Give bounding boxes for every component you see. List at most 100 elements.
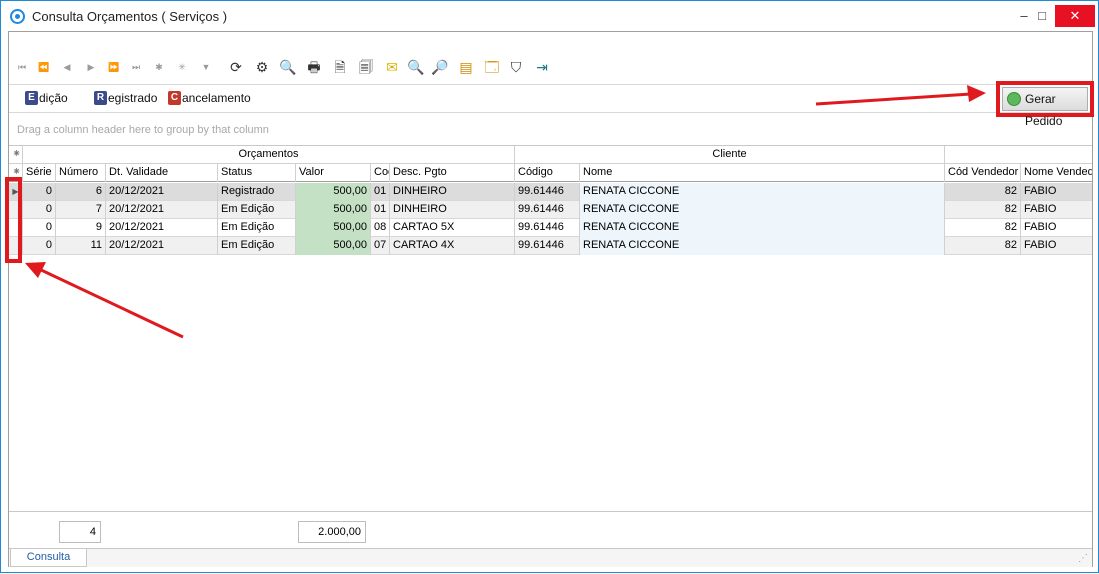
summary-footer: 4 2.000,00	[9, 511, 1092, 547]
table-row[interactable]: 0 7 20/12/2021 Em Edição 500,00 01 DINHE…	[9, 201, 1092, 219]
window-title: Consulta Orçamentos ( Serviços )	[32, 9, 228, 24]
cell-cod-vendedor[interactable]: 82	[945, 219, 1021, 237]
prev-page-icon[interactable]: ⏪	[37, 60, 51, 74]
refresh-icon[interactable]: ⟳	[227, 58, 245, 76]
col-serie[interactable]: Série	[23, 164, 56, 182]
cell-nome[interactable]: RENATA CICCONE	[580, 201, 945, 219]
cell-numero[interactable]: 9	[56, 219, 106, 237]
cell-codigo[interactable]: 99.61446	[515, 219, 580, 237]
cell-nome[interactable]: RENATA CICCONE	[580, 219, 945, 237]
band-cliente[interactable]: Cliente	[515, 146, 945, 164]
cell-nome-vendedor[interactable]: FABIO	[1021, 237, 1092, 255]
cell-validade[interactable]: 20/12/2021	[106, 183, 218, 201]
layout-icon[interactable]: ▤	[457, 58, 475, 76]
cell-cod-vendedor[interactable]: 82	[945, 183, 1021, 201]
table-row[interactable]: ▶ 0 6 20/12/2021 Registrado 500,00 01 DI…	[9, 183, 1092, 201]
option-registrado[interactable]: Registrado	[94, 91, 157, 107]
cell-cod-pgto[interactable]: 08	[371, 219, 390, 237]
copy-icon[interactable]: 🗐	[357, 58, 375, 76]
option-edicao[interactable]: Edição	[25, 91, 68, 107]
cell-desc-pgto[interactable]: CARTAO 4X	[390, 237, 515, 255]
table-row[interactable]: 0 11 20/12/2021 Em Edição 500,00 07 CART…	[9, 237, 1092, 255]
cell-serie[interactable]: 0	[23, 201, 56, 219]
col-nome-vendedor[interactable]: Nome Vendedo	[1021, 164, 1092, 182]
preview-icon[interactable]: 🔍	[279, 58, 297, 76]
cell-nome[interactable]: RENATA CICCONE	[580, 183, 945, 201]
edicao-badge-icon: E	[25, 91, 38, 105]
cell-nome[interactable]: RENATA CICCONE	[580, 237, 945, 255]
cell-valor[interactable]: 500,00	[296, 183, 371, 201]
registrado-badge-icon: R	[94, 91, 107, 105]
cell-nome-vendedor[interactable]: FABIO	[1021, 201, 1092, 219]
cell-status[interactable]: Em Edição	[218, 201, 296, 219]
band-vendedor	[945, 146, 1092, 164]
cell-status[interactable]: Em Edição	[218, 219, 296, 237]
cell-cod-pgto[interactable]: 01	[371, 201, 390, 219]
prev-record-icon[interactable]: ◀	[60, 60, 74, 74]
insert-record-icon[interactable]: ✱	[152, 60, 166, 74]
cell-desc-pgto[interactable]: CARTAO 5X	[390, 219, 515, 237]
cell-cod-vendedor[interactable]: 82	[945, 237, 1021, 255]
cell-desc-pgto[interactable]: DINHEIRO	[390, 201, 515, 219]
cell-status[interactable]: Em Edição	[218, 237, 296, 255]
cell-cod-pgto[interactable]: 07	[371, 237, 390, 255]
next-page-icon[interactable]: ⏩	[107, 60, 121, 74]
first-record-icon[interactable]: ⏮	[15, 60, 29, 74]
group-by-box[interactable]: Drag a column header here to group by th…	[9, 112, 1092, 144]
cell-numero[interactable]: 7	[56, 201, 106, 219]
cell-codigo[interactable]: 99.61446	[515, 237, 580, 255]
gerar-pedido-button[interactable]: Gerar Pedido	[1002, 87, 1088, 128]
table-row[interactable]: 0 9 20/12/2021 Em Edição 500,00 08 CARTA…	[9, 219, 1092, 237]
cell-desc-pgto[interactable]: DINHEIRO	[390, 183, 515, 201]
col-desc-pgto[interactable]: Desc. Pgto	[390, 164, 515, 182]
append-record-icon[interactable]: ✳	[175, 60, 189, 74]
col-codigo[interactable]: Código	[515, 164, 580, 182]
filter-icon[interactable]: ⛉	[507, 58, 525, 76]
filter-dropdown-icon[interactable]: ▼	[199, 60, 213, 74]
tab-consulta[interactable]: Consulta	[10, 549, 87, 567]
next-record-icon[interactable]: ▶	[84, 60, 98, 74]
maximize-button[interactable]: □	[1025, 5, 1059, 27]
cell-codigo[interactable]: 99.61446	[515, 183, 580, 201]
option-cancelamento[interactable]: Cancelamento	[168, 91, 251, 107]
cell-validade[interactable]: 20/12/2021	[106, 237, 218, 255]
col-nome[interactable]: Nome	[580, 164, 945, 182]
cell-nome-vendedor[interactable]: FABIO	[1021, 219, 1092, 237]
settings-icon[interactable]: ⚙	[253, 58, 271, 76]
cell-validade[interactable]: 20/12/2021	[106, 201, 218, 219]
col-numero[interactable]: Número	[56, 164, 106, 182]
cell-numero[interactable]: 6	[56, 183, 106, 201]
cell-numero[interactable]: 11	[56, 237, 106, 255]
cell-serie[interactable]: 0	[23, 183, 56, 201]
cell-valor[interactable]: 500,00	[296, 219, 371, 237]
cell-validade[interactable]: 20/12/2021	[106, 219, 218, 237]
cell-cod-vendedor[interactable]: 82	[945, 201, 1021, 219]
cell-cod-pgto[interactable]: 01	[371, 183, 390, 201]
email-icon[interactable]: ✉	[383, 58, 401, 76]
col-validade[interactable]: Dt. Validade	[106, 164, 218, 182]
cell-serie[interactable]: 0	[23, 237, 56, 255]
cell-valor[interactable]: 500,00	[296, 201, 371, 219]
last-record-icon[interactable]: ⏭	[129, 60, 143, 74]
print-icon[interactable]: 🖶	[305, 58, 323, 76]
col-cod-pgto[interactable]: Coc	[371, 164, 390, 182]
export-icon[interactable]: 🗎	[331, 58, 349, 76]
cell-serie[interactable]: 0	[23, 219, 56, 237]
zoom-out-icon[interactable]: 🔎	[431, 58, 449, 76]
gerar-pedido-label: Gerar Pedido	[1025, 92, 1063, 128]
col-status[interactable]: Status	[218, 164, 296, 182]
window-icon[interactable]: 🗔	[483, 58, 501, 76]
col-valor[interactable]: Valor	[296, 164, 371, 182]
cell-codigo[interactable]: 99.61446	[515, 201, 580, 219]
col-cod-vendedor[interactable]: Cód Vendedor	[945, 164, 1021, 182]
cell-status[interactable]: Registrado	[218, 183, 296, 201]
band-orcamentos[interactable]: Orçamentos	[23, 146, 515, 164]
zoom-in-icon[interactable]: 🔍	[407, 58, 425, 76]
cell-nome-vendedor[interactable]: FABIO	[1021, 183, 1092, 201]
exit-icon[interactable]: ⇥	[533, 58, 551, 76]
record-count: 4	[59, 521, 101, 543]
close-button[interactable]: ✕	[1055, 5, 1095, 27]
cell-valor[interactable]: 500,00	[296, 237, 371, 255]
option-edicao-label: dição	[39, 91, 68, 105]
resize-grip-icon[interactable]: ⋰	[1078, 553, 1088, 564]
